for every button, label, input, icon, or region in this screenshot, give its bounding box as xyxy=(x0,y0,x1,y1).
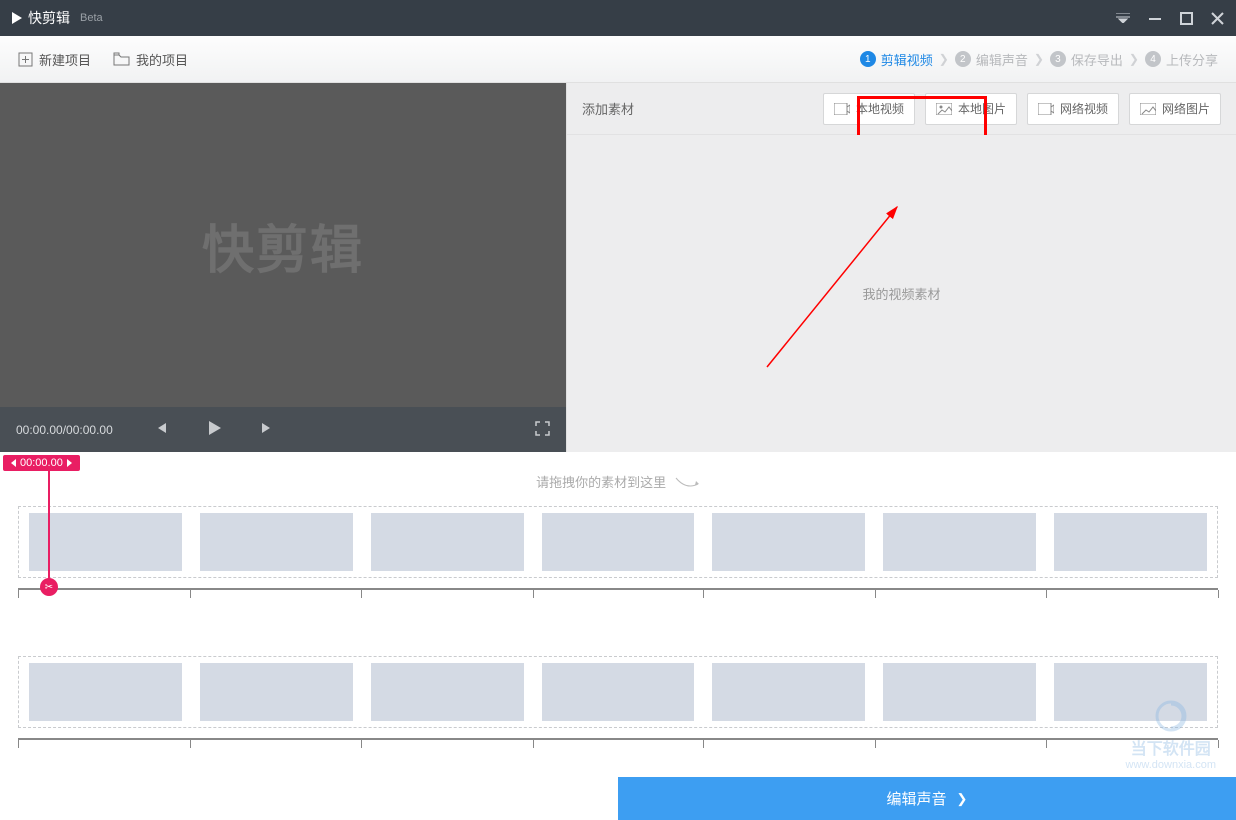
material-body: 我的视频素材 xyxy=(567,135,1236,452)
prev-frame-icon[interactable] xyxy=(153,421,167,438)
frame-slot xyxy=(29,663,182,721)
playhead-flag[interactable]: 00:00.00 xyxy=(3,455,80,471)
main-area: 快剪辑 00:00.00/00:00.00 添加素材 xyxy=(0,83,1236,452)
window-controls xyxy=(1116,11,1224,25)
frame-slot xyxy=(883,663,1036,721)
frame-slot xyxy=(371,663,524,721)
filmstrip xyxy=(18,506,1218,578)
edit-audio-button[interactable]: 编辑声音 ❯ xyxy=(618,777,1236,820)
frame-slot xyxy=(1054,663,1207,721)
new-project-label: 新建项目 xyxy=(39,50,91,69)
play-icon xyxy=(12,12,22,24)
menu-icon[interactable] xyxy=(1116,13,1130,23)
play-icon[interactable] xyxy=(205,419,223,440)
chevron-right-icon: ❯ xyxy=(957,791,968,807)
close-icon[interactable] xyxy=(1211,12,1224,25)
preview-watermark: 快剪辑 xyxy=(202,208,364,283)
arrow-left-icon xyxy=(11,459,16,467)
next-frame-icon[interactable] xyxy=(261,421,275,438)
my-projects-label: 我的项目 xyxy=(136,50,188,69)
frame-slot xyxy=(883,513,1036,571)
cta-label: 编辑声音 xyxy=(887,788,947,809)
drag-hint: 请拖拽你的素材到这里 xyxy=(0,468,1236,496)
step-save-export[interactable]: 3 保存导出 xyxy=(1050,50,1123,69)
step-number: 2 xyxy=(955,51,971,67)
bottom-bar: 编辑声音 ❯ xyxy=(0,777,1236,820)
web-video-button[interactable]: 网络视频 xyxy=(1027,93,1119,125)
chevron-right-icon: ❯ xyxy=(1129,52,1139,66)
step-label: 上传分享 xyxy=(1166,50,1218,69)
frame-slot xyxy=(712,513,865,571)
scissors-icon[interactable]: ✂ xyxy=(40,578,58,596)
player-controls xyxy=(153,419,275,440)
chevron-right-icon: ❯ xyxy=(939,52,949,66)
maximize-icon[interactable] xyxy=(1180,12,1193,25)
filmstrip xyxy=(18,656,1218,728)
frame-slot xyxy=(542,663,695,721)
ruler xyxy=(18,738,1218,748)
bottom-spacer xyxy=(0,777,618,820)
material-header: 添加素材 本地视频 本地图片 网络视频 网络图片 xyxy=(567,83,1236,135)
playhead-time: 00:00.00 xyxy=(20,457,63,469)
fullscreen-icon[interactable] xyxy=(535,421,550,439)
audio-track[interactable] xyxy=(0,598,1236,734)
step-number: 3 xyxy=(1050,51,1066,67)
preview-panel: 快剪辑 00:00.00/00:00.00 xyxy=(0,83,566,452)
step-edit-video[interactable]: 1 剪辑视频 xyxy=(860,50,933,69)
app-logo: 快剪辑 Beta xyxy=(12,8,103,28)
app-name: 快剪辑 xyxy=(28,8,70,28)
frame-slot xyxy=(200,663,353,721)
frame-slot xyxy=(29,513,182,571)
minimize-icon[interactable] xyxy=(1148,11,1162,25)
btn-label: 本地图片 xyxy=(958,100,1006,117)
frame-slot xyxy=(1054,513,1207,571)
step-number: 1 xyxy=(860,51,876,67)
material-panel: 添加素材 本地视频 本地图片 网络视频 网络图片 我的视频素材 xyxy=(566,83,1236,452)
empty-material-label: 我的视频素材 xyxy=(862,284,940,303)
chevron-right-icon: ❯ xyxy=(1034,52,1044,66)
arrow-right-icon xyxy=(67,459,72,467)
player-bar: 00:00.00/00:00.00 xyxy=(0,407,566,452)
title-bar: 快剪辑 Beta xyxy=(0,0,1236,36)
video-track[interactable] xyxy=(0,496,1236,584)
wizard-steps: 1 剪辑视频 ❯ 2 编辑声音 ❯ 3 保存导出 ❯ 4 上传分享 xyxy=(860,50,1218,69)
btn-label: 网络视频 xyxy=(1060,100,1108,117)
frame-slot xyxy=(200,513,353,571)
timeline-area: 00:00.00 请拖拽你的素材到这里 ✂ xyxy=(0,452,1236,748)
step-upload-share[interactable]: 4 上传分享 xyxy=(1145,50,1218,69)
frame-slot xyxy=(371,513,524,571)
time-display: 00:00.00/00:00.00 xyxy=(16,423,113,437)
step-label: 编辑声音 xyxy=(976,50,1028,69)
new-project-button[interactable]: 新建项目 xyxy=(18,50,91,69)
playhead-line[interactable] xyxy=(48,468,50,583)
preview-viewport: 快剪辑 xyxy=(0,83,566,407)
btn-label: 本地视频 xyxy=(856,100,904,117)
ruler xyxy=(18,588,1218,598)
btn-label: 网络图片 xyxy=(1162,100,1210,117)
frame-slot xyxy=(542,513,695,571)
web-image-button[interactable]: 网络图片 xyxy=(1129,93,1221,125)
step-number: 4 xyxy=(1145,51,1161,67)
material-heading: 添加素材 xyxy=(582,99,813,118)
wm-line2: www.downxia.com xyxy=(1126,759,1216,772)
toolbar: 新建项目 我的项目 1 剪辑视频 ❯ 2 编辑声音 ❯ 3 保存导出 ❯ 4 上… xyxy=(0,36,1236,83)
my-projects-button[interactable]: 我的项目 xyxy=(113,50,188,69)
step-edit-audio[interactable]: 2 编辑声音 xyxy=(955,50,1028,69)
curve-arrow-icon xyxy=(674,476,700,492)
local-image-button[interactable]: 本地图片 xyxy=(925,93,1017,125)
step-label: 保存导出 xyxy=(1071,50,1123,69)
frame-slot xyxy=(712,663,865,721)
step-label: 剪辑视频 xyxy=(881,50,933,69)
local-video-button[interactable]: 本地视频 xyxy=(823,93,915,125)
beta-label: Beta xyxy=(80,12,103,24)
